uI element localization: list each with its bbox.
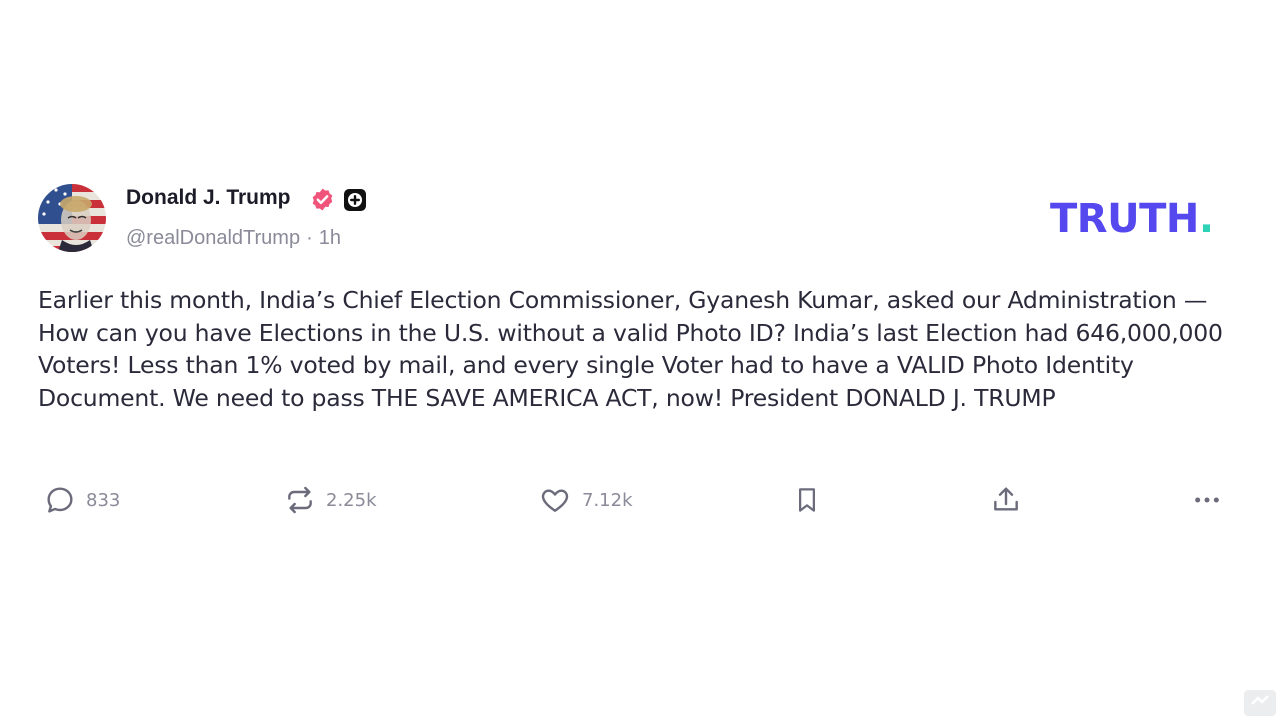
reply-count: 833 [86, 489, 121, 511]
bookmark-icon [799, 488, 815, 512]
avatar[interactable] [38, 184, 106, 252]
corner-watermark-icon [1244, 690, 1276, 716]
like-count: 7.12k [582, 489, 633, 511]
truth-logo: TRUTH. [1050, 196, 1214, 242]
share-button[interactable] [990, 478, 1022, 522]
author-handle[interactable]: @realDonaldTrump [126, 227, 300, 249]
flag-portrait-avatar-icon [38, 184, 106, 252]
brand-name: TRUTH [1050, 196, 1199, 242]
plus-badge-icon [344, 189, 366, 211]
brand-dot: . [1198, 196, 1214, 242]
post-timestamp[interactable]: 1h [319, 227, 341, 249]
author-name[interactable]: Donald J. Trump [126, 186, 291, 210]
more-icon [1195, 497, 1219, 503]
bookmark-button[interactable] [792, 478, 822, 522]
comment-icon [47, 487, 73, 513]
meta-separator: · [306, 227, 313, 249]
post-actions: 833 2.25k 7.12k [0, 478, 1280, 522]
share-icon [994, 487, 1018, 511]
reply-button[interactable]: 833 [44, 478, 120, 522]
retruth-button[interactable]: 2.25k [284, 478, 377, 522]
verified-badge-icon [312, 188, 333, 211]
retruth-icon [288, 486, 312, 514]
retruth-count: 2.25k [326, 489, 377, 511]
heart-icon [541, 489, 569, 512]
more-options-button[interactable] [1190, 478, 1224, 522]
post-body: Earlier this month, India’s Chief Electi… [38, 286, 1223, 412]
handle-row: @realDonaldTrump · 1h [126, 227, 341, 250]
like-button[interactable]: 7.12k [538, 478, 633, 522]
truth-post: Donald J. Trump @realDonaldTrump · 1h TRUT… [0, 0, 1280, 720]
